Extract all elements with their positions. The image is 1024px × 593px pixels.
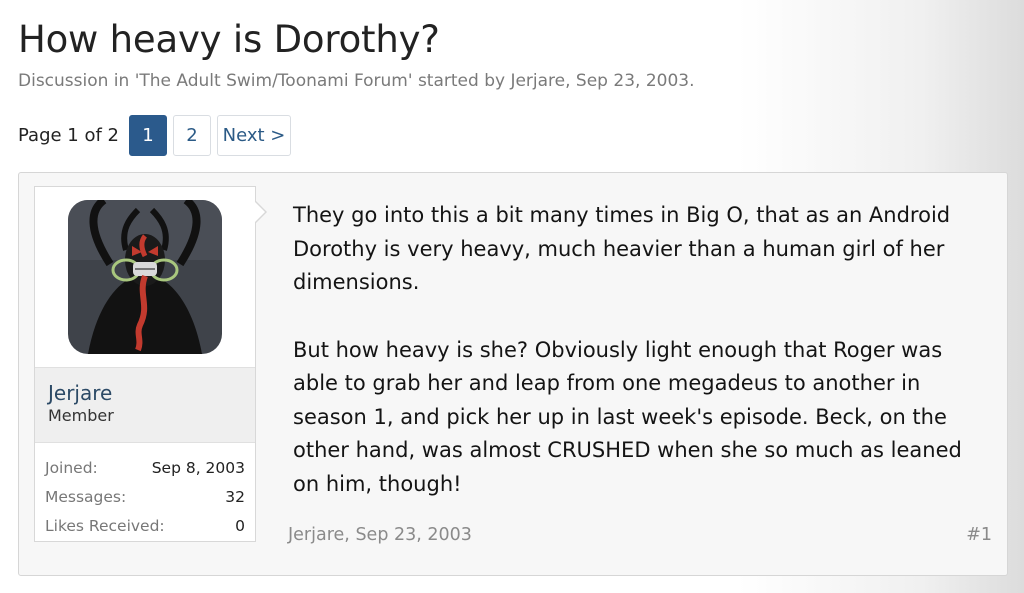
stat-row-joined: Joined: Sep 8, 2003 [45, 453, 245, 482]
post-author-date: Jerjare, Sep 23, 2003 [288, 525, 472, 545]
next-page-button[interactable]: Next > [217, 114, 291, 156]
stat-row-messages: Messages: 32 [45, 482, 245, 511]
stat-value: Sep 8, 2003 [151, 458, 245, 477]
stat-row-likes: Likes Received: 0 [45, 511, 245, 540]
user-title: Member [48, 406, 114, 425]
post-date-link[interactable]: Sep 23, 2003 [355, 525, 471, 545]
user-card: Jerjare Member Joined: Sep 8, 2003 Messa… [34, 186, 256, 542]
avatar-icon[interactable] [68, 200, 222, 354]
post-container: Jerjare Member Joined: Sep 8, 2003 Messa… [18, 172, 1008, 576]
post-number-link[interactable]: #1 [966, 525, 992, 545]
message-paragraph: They go into this a bit many times in Bi… [293, 203, 951, 294]
user-name-box: Jerjare Member [35, 367, 255, 443]
stat-value[interactable]: 32 [225, 488, 245, 506]
thread-title: How heavy is Dorothy? [18, 18, 440, 61]
post-message: They go into this a bit many times in Bi… [293, 199, 993, 501]
username-link[interactable]: Jerjare [48, 381, 255, 405]
thread-description: Discussion in 'The Adult Swim/Toonami Fo… [18, 71, 695, 91]
post-author-link[interactable]: Jerjare [288, 525, 344, 545]
thread-page: How heavy is Dorothy? Discussion in 'The… [0, 0, 1024, 593]
page-count-label: Page 1 of 2 [18, 124, 119, 146]
avatar-container [35, 187, 255, 367]
stat-value: 0 [235, 516, 245, 535]
page-2-button[interactable]: 2 [173, 114, 211, 156]
user-stats: Joined: Sep 8, 2003 Messages: 32 Likes R… [35, 443, 255, 540]
message-arrow-inner [255, 202, 265, 222]
stat-label: Likes Received: [45, 516, 165, 535]
stat-label: Messages: [45, 487, 127, 506]
stat-label: Joined: [45, 458, 98, 477]
page-1-button[interactable]: 1 [129, 114, 167, 156]
post-meta: Jerjare, Sep 23, 2003 #1 [288, 525, 992, 545]
post-meta-separator: , [344, 525, 356, 545]
message-paragraph: But how heavy is she? Obviously light en… [293, 337, 962, 496]
page-navigation: Page 1 of 2 1 2 Next > [18, 114, 291, 156]
